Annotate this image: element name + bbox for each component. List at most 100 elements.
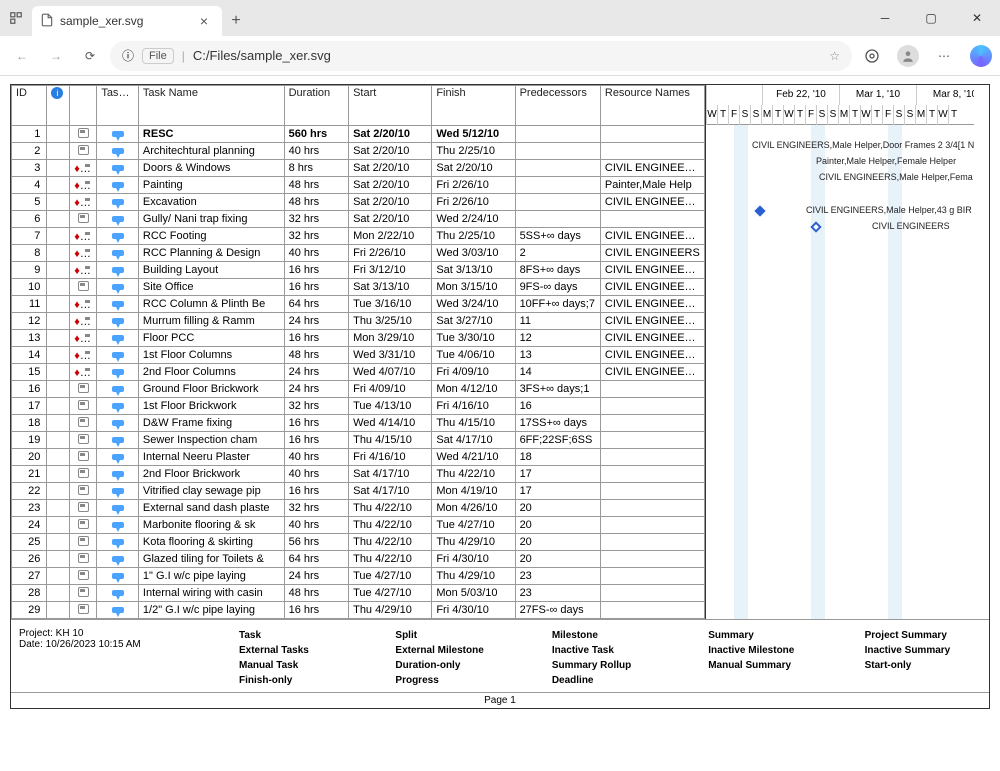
header-row: ID i Task Mode Task Name Duration Start …: [12, 86, 705, 126]
table-row[interactable]: 19Sewer Inspection cham16 hrsThu 4/15/10…: [12, 432, 705, 449]
table-row[interactable]: 11♦ RCC Column & Plinth Be64 hrsTue 3/16…: [12, 296, 705, 313]
legend-item: Split: [395, 628, 511, 643]
col-finish[interactable]: Finish: [432, 86, 515, 126]
col-predecessors[interactable]: Predecessors: [515, 86, 600, 126]
note-icon: [78, 485, 89, 495]
profile-button[interactable]: [894, 42, 922, 70]
table-row[interactable]: 24Marbonite flooring & sk40 hrsThu 4/22/…: [12, 517, 705, 534]
col-duration[interactable]: Duration: [284, 86, 349, 126]
weekend-stripe: [811, 125, 825, 619]
table-row[interactable]: 212nd Floor Brickwork40 hrsSat 4/17/10Th…: [12, 466, 705, 483]
weekend-stripe: [888, 125, 902, 619]
pin-icon: [112, 437, 124, 443]
gantt-annotation: Painter,Male Helper,Female Helper: [816, 156, 956, 166]
tab-title: sample_xer.svg: [60, 14, 190, 28]
page-icon: [40, 13, 54, 30]
timeline-day-label: M: [761, 105, 772, 125]
task-table[interactable]: ID i Task Mode Task Name Duration Start …: [11, 85, 705, 619]
legend-item: Deadline: [552, 673, 668, 688]
col-id[interactable]: ID: [12, 86, 47, 126]
app-menu-icon[interactable]: [0, 11, 32, 25]
info-icon[interactable]: ⓘ: [122, 47, 134, 64]
col-mode[interactable]: Task Mode: [97, 86, 139, 126]
legend-item: Inactive Summary: [865, 643, 981, 658]
project-label: Project: KH 10: [19, 628, 199, 639]
more-icon[interactable]: ⋯: [930, 42, 958, 70]
table-row[interactable]: 271" G.I w/c pipe laying24 hrsTue 4/27/1…: [12, 568, 705, 585]
timeline-day-label: T: [772, 105, 783, 125]
copilot-icon[interactable]: [970, 45, 992, 67]
table-row[interactable]: 26Glazed tiling for Toilets &64 hrsThu 4…: [12, 551, 705, 568]
pin-icon: [112, 216, 124, 222]
window-close-button[interactable]: ✕: [954, 0, 1000, 36]
pin-icon: [112, 148, 124, 154]
legend-item: External Tasks: [239, 643, 355, 658]
legend-item: Project Summary: [865, 628, 981, 643]
table-row[interactable]: 1RESC560 hrsSat 2/20/10Wed 5/12/10: [12, 126, 705, 143]
pin-icon: [112, 488, 124, 494]
avatar-icon: [897, 45, 919, 67]
document-viewport: ID i Task Mode Task Name Duration Start …: [0, 76, 1000, 771]
pin-icon: [112, 199, 124, 205]
legend-item: Inactive Milestone: [708, 643, 824, 658]
table-row[interactable]: 291/2" G.I w/c pipe laying16 hrsThu 4/29…: [12, 602, 705, 619]
pin-icon: [112, 471, 124, 477]
favorite-icon[interactable]: ☆: [829, 49, 840, 63]
table-row[interactable]: 8♦ RCC Planning & Design40 hrsFri 2/26/1…: [12, 245, 705, 262]
note-icon: [78, 502, 89, 512]
info-icon: i: [51, 87, 63, 99]
gantt-annotation: CIVIL ENGINEERS,Male Helper,Door Frames …: [752, 140, 974, 150]
table-row[interactable]: 20Internal Neeru Plaster40 hrsFri 4/16/1…: [12, 449, 705, 466]
note-icon: [78, 468, 89, 478]
table-row[interactable]: 22Vitrified clay sewage pip16 hrsSat 4/1…: [12, 483, 705, 500]
extensions-icon[interactable]: [858, 42, 886, 70]
col-resources[interactable]: Resource Names: [600, 86, 704, 126]
refresh-button[interactable]: ⟳: [76, 42, 104, 70]
table-row[interactable]: 18D&W Frame fixing16 hrsWed 4/14/10Thu 4…: [12, 415, 705, 432]
window-minimize-button[interactable]: ─: [862, 0, 908, 36]
col-indicator[interactable]: [70, 86, 97, 126]
table-row[interactable]: 23External sand dash plaste32 hrsThu 4/2…: [12, 500, 705, 517]
table-row[interactable]: 13♦ Floor PCC16 hrsMon 3/29/10Tue 3/30/1…: [12, 330, 705, 347]
legend-item: Manual Task: [239, 658, 355, 673]
table-row[interactable]: 171st Floor Brickwork32 hrsTue 4/13/10Fr…: [12, 398, 705, 415]
timeline-day-label: S: [827, 105, 838, 125]
page-number: Page 1: [11, 692, 989, 708]
table-row[interactable]: 14♦ 1st Floor Columns48 hrsWed 3/31/10Tu…: [12, 347, 705, 364]
note-icon: [78, 281, 89, 291]
timeline-day-label: T: [794, 105, 805, 125]
tab-close-icon[interactable]: ×: [196, 13, 212, 29]
weekend-stripe: [734, 125, 748, 619]
table-row[interactable]: 16Ground Floor Brickwork24 hrsFri 4/09/1…: [12, 381, 705, 398]
table-row[interactable]: 28Internal wiring with casin48 hrsTue 4/…: [12, 585, 705, 602]
col-name[interactable]: Task Name: [138, 86, 284, 126]
table-row[interactable]: 3♦ Doors & Windows8 hrsSat 2/20/10Sat 2/…: [12, 160, 705, 177]
table-row[interactable]: 4♦ Painting48 hrsSat 2/20/10Fri 2/26/10P…: [12, 177, 705, 194]
table-row[interactable]: 25Kota flooring & skirting56 hrsThu 4/22…: [12, 534, 705, 551]
pin-icon: [112, 318, 124, 324]
table-row[interactable]: 10Site Office16 hrsSat 3/13/10Mon 3/15/1…: [12, 279, 705, 296]
timeline-day-label: W: [783, 105, 794, 125]
table-row[interactable]: 5♦ Excavation48 hrsSat 2/20/10Fri 2/26/1…: [12, 194, 705, 211]
timeline-day-label: S: [816, 105, 827, 125]
table-row[interactable]: 7♦ RCC Footing32 hrsMon 2/22/10Thu 2/25/…: [12, 228, 705, 245]
new-tab-button[interactable]: +: [222, 12, 250, 30]
pin-icon: [112, 267, 124, 273]
window-maximize-button[interactable]: ▢: [908, 0, 954, 36]
url-input[interactable]: ⓘ File | C:/Files/sample_xer.svg ☆: [110, 41, 852, 71]
gantt-timeline[interactable]: Feb 22, '10Mar 1, '10Mar 8, '10 WTFSSMTW…: [706, 85, 974, 619]
timeline-day-label: S: [739, 105, 750, 125]
col-start[interactable]: Start: [349, 86, 432, 126]
note-icon: [78, 536, 89, 546]
table-row[interactable]: 2Architechtural planning40 hrsSat 2/20/1…: [12, 143, 705, 160]
browser-tab[interactable]: sample_xer.svg ×: [32, 6, 222, 36]
table-row[interactable]: 6Gully/ Nani trap fixing32 hrsSat 2/20/1…: [12, 211, 705, 228]
table-row[interactable]: 15♦ 2nd Floor Columns24 hrsWed 4/07/10Fr…: [12, 364, 705, 381]
back-button[interactable]: ←: [8, 42, 36, 70]
col-info[interactable]: i: [47, 86, 70, 126]
table-row[interactable]: 12♦ Murrum filling & Ramm24 hrsThu 3/25/…: [12, 313, 705, 330]
table-row[interactable]: 9♦ Building Layout16 hrsFri 3/12/10Sat 3…: [12, 262, 705, 279]
pin-icon: [112, 505, 124, 511]
url-text: C:/Files/sample_xer.svg: [193, 48, 331, 63]
gantt-annotation: CIVIL ENGINEERS: [872, 221, 950, 231]
